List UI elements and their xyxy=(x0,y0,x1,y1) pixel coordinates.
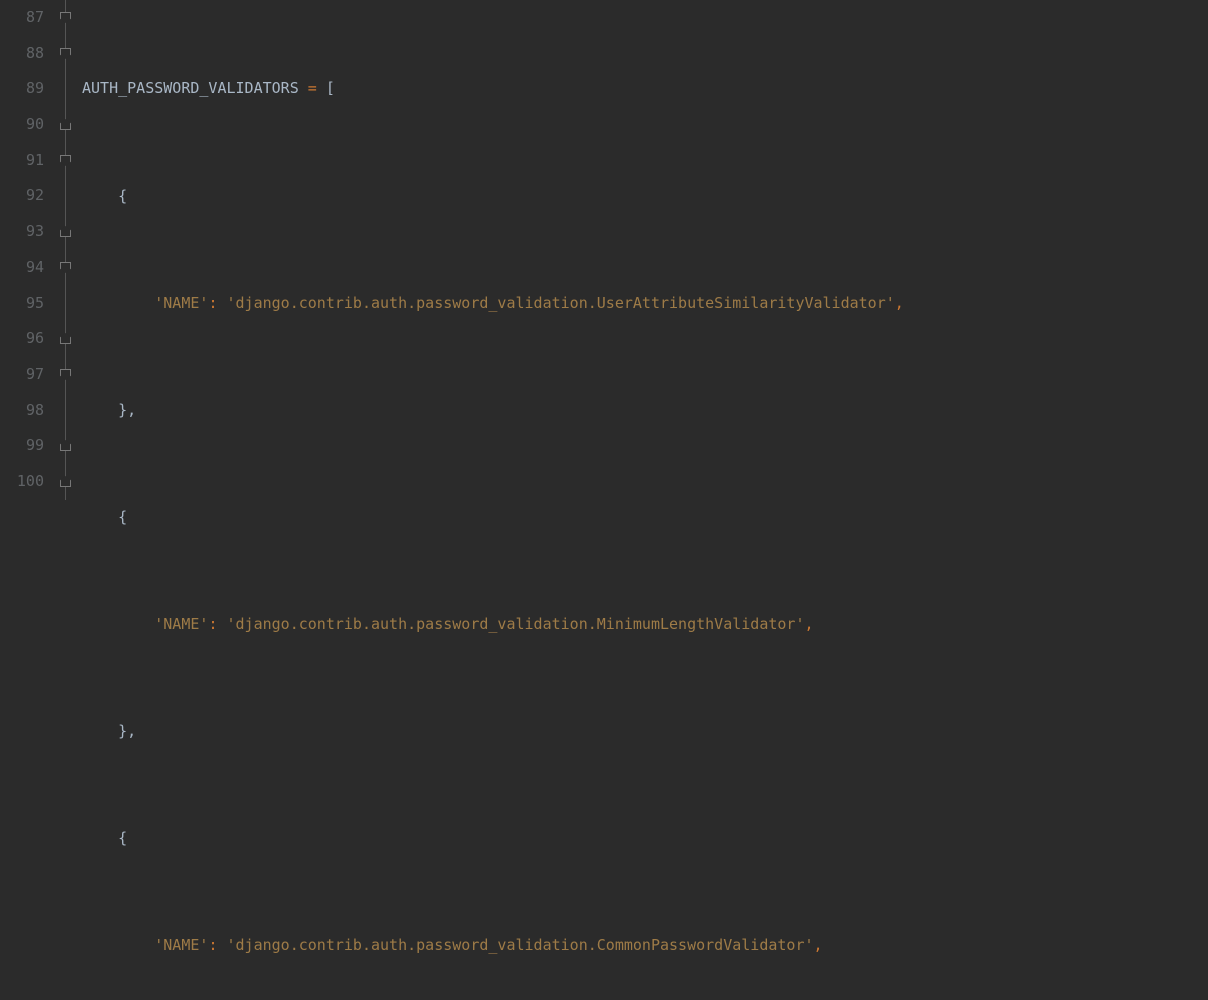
dict-key: 'NAME' xyxy=(154,936,208,954)
comma: , xyxy=(814,936,823,954)
code-line[interactable]: }, xyxy=(82,714,904,750)
colon: : xyxy=(208,936,217,954)
line-number-gutter: 87888990919293949596979899100 xyxy=(0,0,58,500)
dict-key: 'NAME' xyxy=(154,294,208,312)
line-number: 88 xyxy=(0,36,44,72)
line-number: 98 xyxy=(0,393,44,429)
comma: , xyxy=(895,294,904,312)
brace-open: { xyxy=(118,187,127,205)
code-line[interactable]: AUTH_PASSWORD_VALIDATORS = [ xyxy=(82,71,904,107)
colon: : xyxy=(208,294,217,312)
fold-guide-line xyxy=(65,0,66,500)
colon: : xyxy=(208,615,217,633)
fold-close-icon[interactable] xyxy=(60,119,71,130)
fold-open-icon[interactable] xyxy=(60,369,71,380)
code-line[interactable]: { xyxy=(82,500,904,536)
line-number: 100 xyxy=(0,464,44,500)
line-number: 97 xyxy=(0,357,44,393)
code-area[interactable]: AUTH_PASSWORD_VALIDATORS = [ { 'NAME': '… xyxy=(76,0,904,500)
fold-open-icon[interactable] xyxy=(60,155,71,166)
line-number: 96 xyxy=(0,321,44,357)
line-number: 87 xyxy=(0,0,44,36)
fold-close-icon[interactable] xyxy=(60,476,71,487)
code-line[interactable]: { xyxy=(82,179,904,215)
code-line[interactable]: 'NAME': 'django.contrib.auth.password_va… xyxy=(82,928,904,964)
line-number: 94 xyxy=(0,250,44,286)
string-literal: 'django.contrib.auth.password_validation… xyxy=(227,936,814,954)
string-literal: 'django.contrib.auth.password_validation… xyxy=(227,615,805,633)
comma: , xyxy=(804,615,813,633)
code-editor[interactable]: 87888990919293949596979899100 AUTH_PASSW… xyxy=(0,0,1208,500)
code-line[interactable]: }, xyxy=(82,393,904,429)
line-number: 89 xyxy=(0,71,44,107)
operator-equals: = xyxy=(308,79,317,97)
bracket-open: [ xyxy=(326,79,335,97)
line-number: 90 xyxy=(0,107,44,143)
line-number: 91 xyxy=(0,143,44,179)
fold-open-icon[interactable] xyxy=(60,12,71,23)
line-number: 99 xyxy=(0,428,44,464)
fold-close-icon[interactable] xyxy=(60,226,71,237)
brace-close-comma: }, xyxy=(118,722,136,740)
code-line[interactable]: 'NAME': 'django.contrib.auth.password_va… xyxy=(82,607,904,643)
fold-open-icon[interactable] xyxy=(60,262,71,273)
fold-open-icon[interactable] xyxy=(60,48,71,59)
brace-open: { xyxy=(118,829,127,847)
line-number: 92 xyxy=(0,178,44,214)
fold-close-icon[interactable] xyxy=(60,440,71,451)
fold-close-icon[interactable] xyxy=(60,333,71,344)
line-number: 93 xyxy=(0,214,44,250)
fold-gutter[interactable] xyxy=(58,0,76,500)
dict-key: 'NAME' xyxy=(154,615,208,633)
code-line[interactable]: 'NAME': 'django.contrib.auth.password_va… xyxy=(82,286,904,322)
brace-close-comma: }, xyxy=(118,401,136,419)
string-literal: 'django.contrib.auth.password_validation… xyxy=(227,294,895,312)
brace-open: { xyxy=(118,508,127,526)
line-number: 95 xyxy=(0,286,44,322)
code-line[interactable]: { xyxy=(82,821,904,857)
variable-name: AUTH_PASSWORD_VALIDATORS xyxy=(82,79,299,97)
